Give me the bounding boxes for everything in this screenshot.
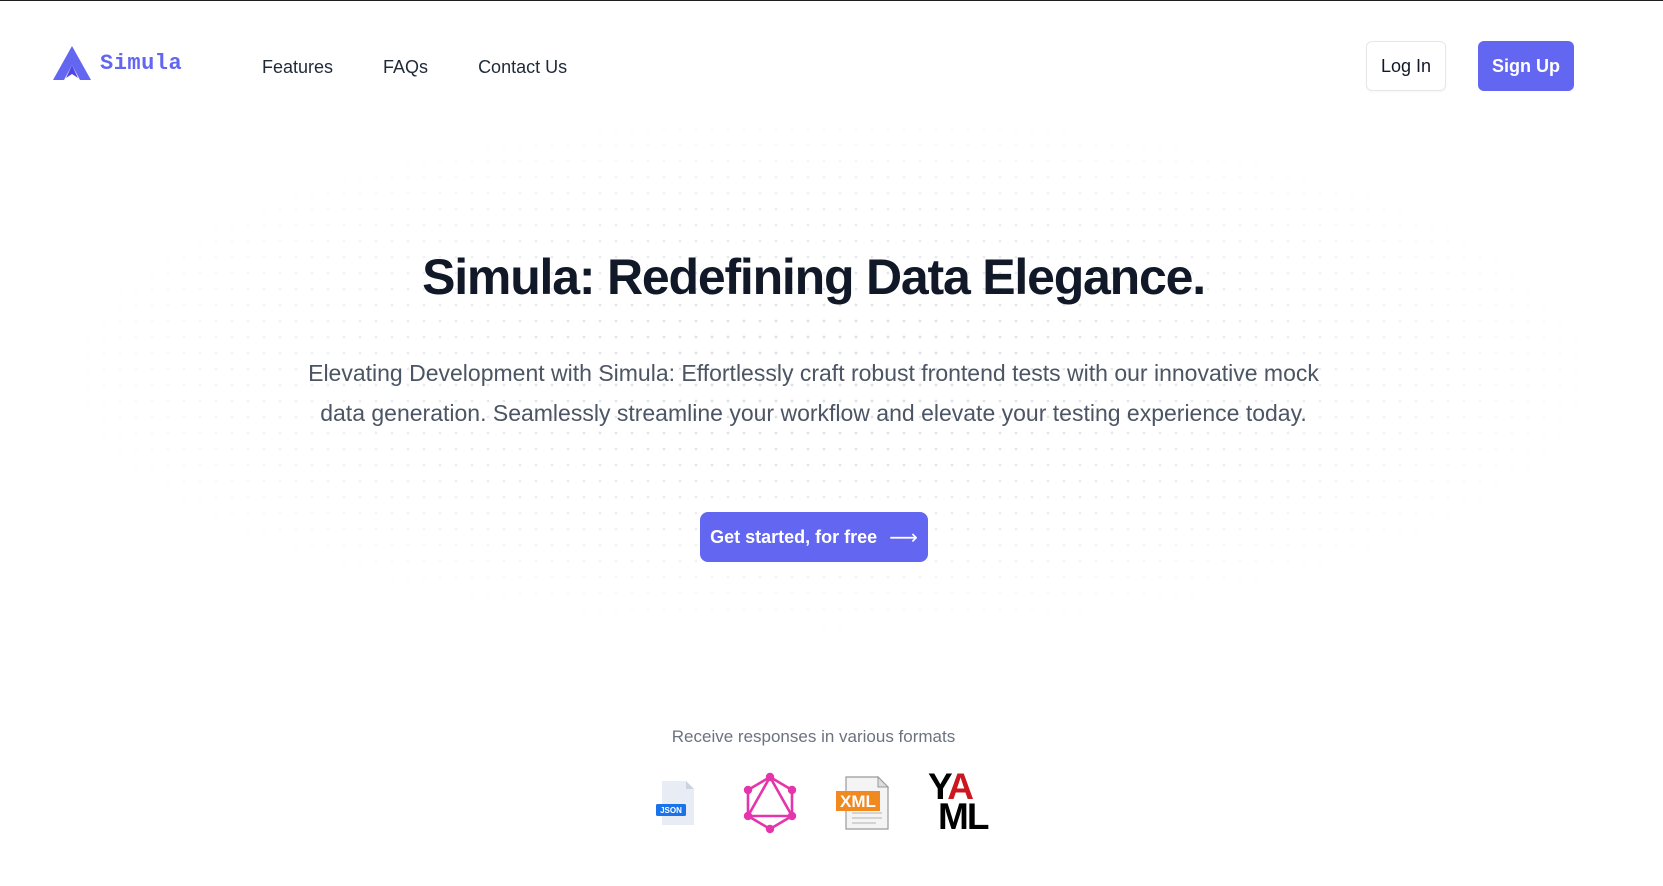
xml-badge-text: XML [840, 792, 876, 811]
arrow-right-icon: ⟶ [889, 526, 918, 549]
nav-item-features[interactable]: Features [262, 53, 333, 81]
signup-button[interactable]: Sign Up [1478, 41, 1574, 91]
simula-logo-icon [53, 46, 91, 80]
hero-title: Simula: Redefining Data Elegance. [422, 249, 1206, 305]
hero-subtitle: Elevating Development with Simula: Effor… [308, 360, 1319, 426]
login-button[interactable]: Log In [1366, 41, 1446, 91]
main-nav: Features FAQs Contact Us [262, 53, 617, 81]
xml-icon: XML [832, 773, 896, 833]
yaml-text-bottom: ML [938, 796, 989, 837]
brand-name: Simula [100, 50, 183, 76]
json-icon: JSON [648, 773, 708, 833]
get-started-label: Get started, for free [710, 526, 878, 547]
landing-page: Simula Features FAQs Contact Us Log In S… [0, 0, 1663, 886]
formats-label: Receive responses in various formats [671, 727, 956, 746]
json-badge-text: JSON [660, 806, 682, 815]
formats-list: JSON XML YA ML [648, 768, 1024, 837]
graphql-icon [740, 771, 800, 835]
nav-item-contact-us[interactable]: Contact Us [478, 53, 567, 81]
nav-item-faqs[interactable]: FAQs [383, 53, 428, 81]
get-started-button[interactable]: Get started, for free ⟶ [700, 512, 928, 562]
yaml-icon: YA ML [928, 768, 992, 837]
logo-link[interactable]: Simula [52, 45, 182, 81]
